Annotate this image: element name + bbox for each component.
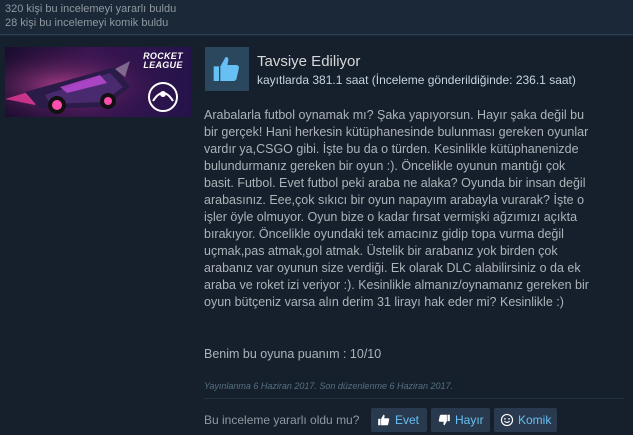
- review-line: Arabalarla futbol oynamak mı? Şaka yapıy…: [204, 108, 585, 122]
- review-line: arabasınız. Eee,çok sıkıcı bir oyun napa…: [204, 193, 585, 207]
- posted-date: Yayınlanma 6 Haziran 2017. Son düzenlenm…: [204, 381, 453, 391]
- review-line: bırakıyor. Öncelikle oyundaki tek amacın…: [204, 227, 564, 241]
- helpful-question: Bu inceleme yararlı oldu mu?: [204, 413, 360, 427]
- playtime-hours: kayıtlarda 381.1 saat (İnceleme gönderil…: [257, 73, 576, 87]
- game-logo: ROCKET LEAGUE: [143, 51, 183, 70]
- review-line: işler öyle olmuyor. Oyun bize o kadar fı…: [204, 210, 578, 224]
- thumbs-up-icon: [377, 413, 391, 427]
- review-body: Arabalarla futbol oynamak mı? Şaka yapıy…: [204, 107, 622, 311]
- thumbs-down-icon: [437, 413, 451, 427]
- vote-funny-button[interactable]: Komik: [494, 408, 557, 432]
- funny-count-text: 28 kişi bu incelemeyi komik buldu: [5, 17, 169, 29]
- vote-yes-label: Evet: [395, 413, 420, 427]
- review-line: bulundurmanız gereken bir oyun :). Öncel…: [204, 159, 566, 173]
- vote-no-button[interactable]: Hayır: [431, 408, 490, 432]
- vote-no-label: Hayır: [455, 413, 484, 427]
- review-line: uçmak,pas atmak,gol atmak. Üstelik bir a…: [204, 244, 558, 258]
- helpful-count-text: 320 kişi bu incelemeyi yararlı buldu: [5, 3, 177, 15]
- vote-funny-label: Komik: [518, 413, 552, 427]
- review-score: Benim bu oyuna puanım : 10/10: [204, 347, 382, 361]
- vote-divider: [204, 398, 624, 399]
- review-line: araba ve roket izi veriyor :). Kesinlikl…: [204, 278, 589, 292]
- review-line: vardır ya,CSGO gibi. İşte bu da o türden…: [204, 142, 579, 156]
- review-line: basit. Futbol. Evet futbol peki araba ne…: [204, 176, 586, 190]
- game-capsule-image[interactable]: ROCKET LEAGUE: [5, 47, 192, 117]
- recommendation-title[interactable]: Tavsiye Ediliyor: [257, 53, 360, 70]
- vote-yes-button[interactable]: Evet: [371, 408, 427, 432]
- header-divider: [0, 34, 633, 35]
- thumbs-up-icon: [205, 47, 249, 91]
- review-line: oyun bütçeniz varsa alın derim 31 lirayı…: [204, 295, 564, 309]
- review-line: bir gerçek! Hani herkesin kütüphanesinde…: [204, 125, 589, 139]
- smiley-icon: [500, 413, 514, 427]
- review-line: arabanız var oyunun size verdiği. Ek ola…: [204, 261, 581, 275]
